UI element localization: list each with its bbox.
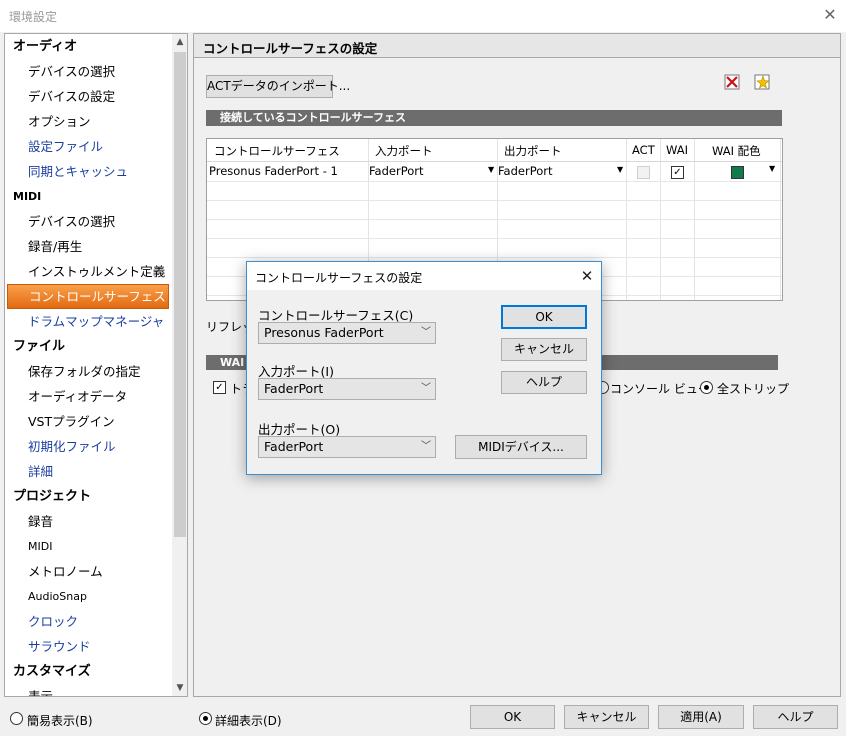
tree-category-6[interactable]: MIDI [5, 184, 172, 209]
midi-devices-button[interactable]: MIDIデバイス... [455, 435, 587, 459]
simple-view-radio[interactable] [10, 712, 23, 725]
tree-category-25[interactable]: カスタマイズ [5, 659, 172, 684]
row-surface-name[interactable]: Presonus FaderPort - 1 [209, 164, 338, 178]
apply-button[interactable]: 適用(A) [658, 705, 744, 729]
tree-item-7[interactable]: デバイスの選択 [5, 209, 172, 234]
simple-view-label: 簡易表示(B) [27, 714, 93, 728]
dialog-help-button[interactable]: ヘルプ [501, 371, 587, 394]
panel-header: コントロールサーフェスの設定 [194, 34, 840, 58]
row-input-port[interactable]: FaderPort [369, 164, 424, 178]
col-header-output[interactable]: 出力ポート [504, 143, 562, 159]
panel-title: コントロールサーフェスの設定 [203, 41, 378, 56]
tree-item-19[interactable]: 録音 [5, 509, 172, 534]
connected-surfaces-header: 接続しているコントロールサーフェス [206, 110, 782, 126]
dialog-title: コントロールサーフェスの設定 [255, 271, 423, 285]
scroll-up-icon[interactable]: ▲ [172, 34, 187, 50]
col-header-act[interactable]: ACT [632, 143, 655, 157]
chevron-down-icon: ﹀ [421, 383, 431, 394]
tree-item-5[interactable]: 同期とキャッシュ [5, 159, 172, 184]
dialog-close-icon[interactable]: ✕ [577, 265, 597, 287]
act-checkbox[interactable] [637, 166, 650, 179]
col-header-wai[interactable]: WAI [666, 143, 688, 157]
detail-view-label: 詳細表示(D) [215, 714, 282, 728]
all-strips-label: 全ストリップ [717, 382, 790, 396]
tree-item-8[interactable]: 録音/再生 [5, 234, 172, 259]
output-dropdown-icon[interactable]: ▼ [617, 165, 623, 174]
scroll-down-icon[interactable]: ▼ [172, 680, 187, 696]
dialog-cancel-button[interactable]: キャンセル [501, 338, 587, 361]
tree-item-26[interactable]: 表示 [5, 684, 172, 696]
tree-item-15[interactable]: VSTプラグイン [5, 409, 172, 434]
tree-item-4[interactable]: 設定ファイル [5, 134, 172, 159]
output-port-select[interactable]: FaderPort ﹀ [258, 436, 436, 458]
surface-select-value: Presonus FaderPort [264, 325, 384, 340]
title-bar: 環境設定 ✕ [0, 0, 846, 32]
tree-item-20[interactable]: MIDI [5, 534, 172, 559]
import-act-button[interactable]: ACTデータのインポート... [206, 75, 350, 98]
tree-category-12[interactable]: ファイル [5, 334, 172, 359]
dialog-title-bar: コントロールサーフェスの設定 ✕ [247, 262, 601, 290]
add-surface-icon[interactable] [754, 73, 772, 91]
tree-item-2[interactable]: デバイスの設定 [5, 84, 172, 109]
col-header-surface[interactable]: コントロールサーフェス [214, 143, 340, 159]
tree-item-3[interactable]: オプション [5, 109, 172, 134]
surface-settings-dialog: コントロールサーフェスの設定 ✕ コントロールサーフェス(C) Presonus… [246, 261, 602, 475]
scroll-thumb[interactable] [174, 52, 186, 537]
input-port-value: FaderPort [264, 381, 324, 396]
detail-view-radio[interactable] [199, 712, 212, 725]
output-port-value: FaderPort [264, 439, 324, 454]
sidebar-scrollbar[interactable]: ▲ ▼ [172, 34, 187, 696]
tree-item-1[interactable]: デバイスの選択 [5, 59, 172, 84]
track-checkbox[interactable]: ✓ [213, 381, 226, 394]
close-icon[interactable]: ✕ [820, 4, 840, 26]
input-port-select[interactable]: FaderPort ﹀ [258, 378, 436, 400]
tree-item-9[interactable]: インストゥルメント定義 [5, 259, 172, 284]
tree-item-selected[interactable]: コントロールサーフェス [7, 284, 169, 309]
chevron-down-icon: ﹀ [421, 441, 431, 452]
tree-item-24[interactable]: サラウンド [5, 634, 172, 659]
wai-color-swatch[interactable] [731, 166, 744, 179]
tree-item-11[interactable]: ドラムマップマネージャ [5, 309, 172, 334]
tree-item-13[interactable]: 保存フォルダの指定 [5, 359, 172, 384]
col-header-input[interactable]: 入力ポート [375, 143, 433, 159]
tree-category-0[interactable]: オーディオ [5, 34, 172, 59]
tree-category-18[interactable]: プロジェクト [5, 484, 172, 509]
console-view-label: コンソール ビュー [610, 382, 710, 396]
help-button[interactable]: ヘルプ [753, 705, 838, 729]
delete-surface-icon[interactable] [724, 73, 742, 91]
surface-select[interactable]: Presonus FaderPort ﹀ [258, 322, 436, 344]
col-header-wai-color[interactable]: WAI 配色 [712, 143, 761, 159]
tree-item-16[interactable]: 初期化ファイル [5, 434, 172, 459]
tree-item-22[interactable]: AudioSnap [5, 584, 172, 609]
ok-button[interactable]: OK [470, 705, 555, 729]
cancel-button[interactable]: キャンセル [564, 705, 649, 729]
chevron-down-icon: ﹀ [421, 327, 431, 338]
wai-checkbox[interactable]: ✓ [671, 166, 684, 179]
all-strips-radio[interactable] [700, 381, 713, 394]
preferences-tree: オーディオ デバイスの選択 デバイスの設定 オプション 設定ファイル 同期とキャッシュ MI… [4, 33, 188, 697]
input-dropdown-icon[interactable]: ▼ [488, 165, 494, 174]
wai-color-dropdown-icon[interactable]: ▼ [769, 164, 775, 173]
dialog-ok-button[interactable]: OK [501, 305, 587, 329]
row-output-port[interactable]: FaderPort [498, 164, 553, 178]
tree-item-17[interactable]: 詳細 [5, 459, 172, 484]
tree-item-23[interactable]: クロック [5, 609, 172, 634]
tree-item-14[interactable]: オーディオデータ [5, 384, 172, 409]
tree-item-21[interactable]: メトロノーム [5, 559, 172, 584]
window-title: 環境設定 [9, 10, 58, 24]
